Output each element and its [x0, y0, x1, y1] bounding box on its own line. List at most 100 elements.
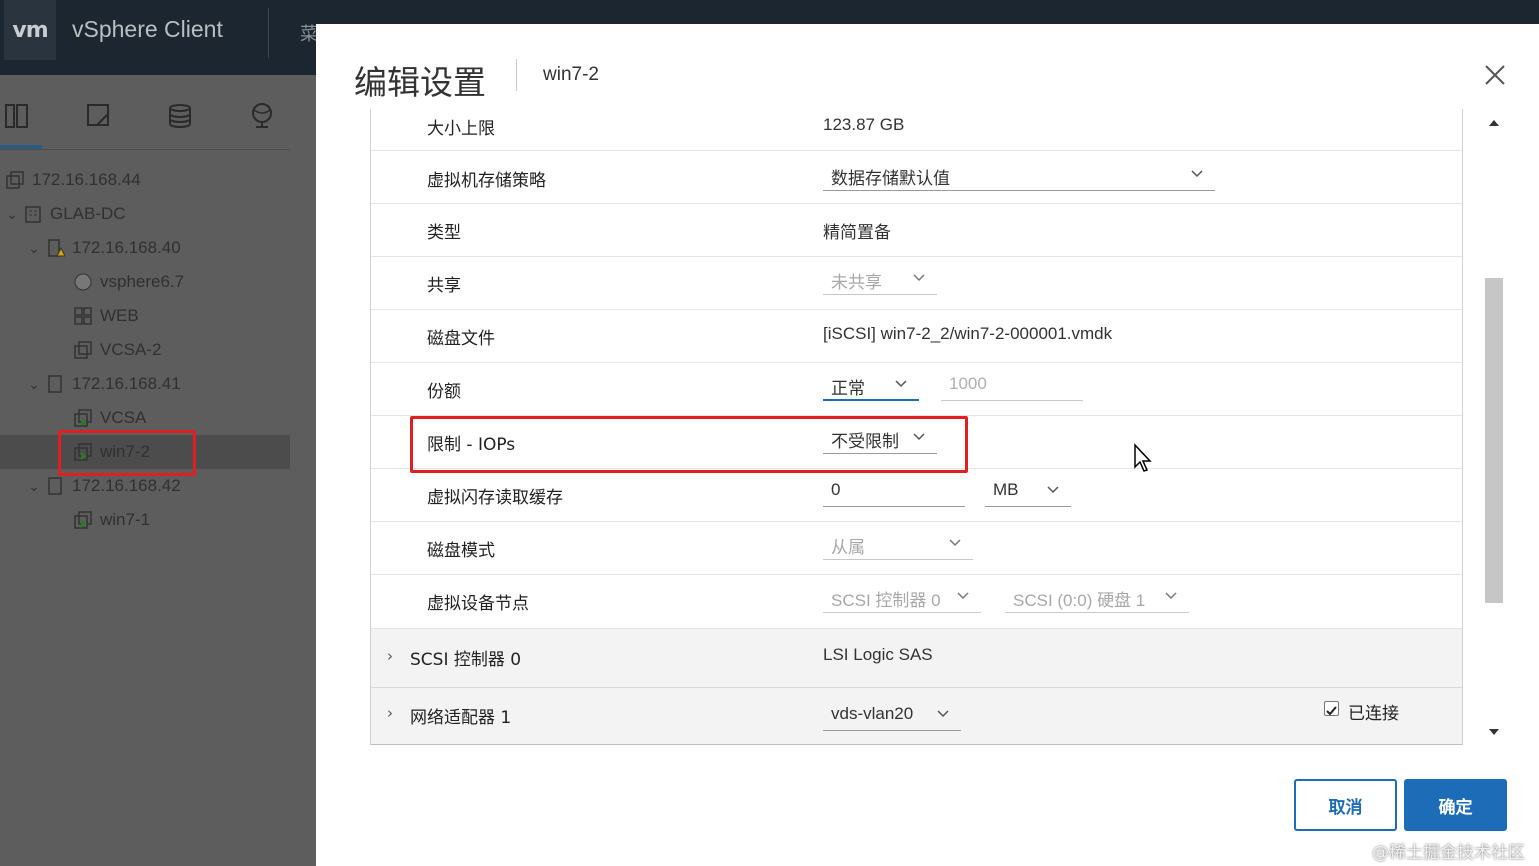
selected-vm-highlight — [58, 430, 196, 476]
select-value: 数据存储默认值 — [831, 169, 950, 188]
vms-templates-icon[interactable] — [84, 101, 114, 131]
datacenter-icon — [22, 204, 44, 224]
vm-logo: vm — [4, 0, 56, 60]
tree-item-label: win7-1 — [100, 510, 151, 529]
network-select[interactable]: vds-vlan20 — [823, 701, 961, 731]
section-label: 网络适配器 1 — [410, 708, 512, 728]
app-title: vSphere Client — [72, 16, 223, 42]
chevron-right-icon[interactable]: › — [387, 704, 393, 722]
scroll-up-icon[interactable] — [1486, 115, 1502, 131]
tree-item-label: GLAB-DC — [50, 204, 126, 223]
networking-icon[interactable] — [247, 101, 277, 131]
storage-icon[interactable] — [165, 101, 195, 131]
chevron-down-icon — [1191, 170, 1203, 178]
tree-item-label: VCSA — [100, 408, 147, 427]
vm-off-icon — [72, 272, 94, 292]
row-max-size: 大小上限 123.87 GB — [371, 109, 1462, 151]
row-disk-mode: 磁盘模式 从属 — [371, 522, 1462, 575]
row-type: 类型 精简置备 — [371, 204, 1462, 257]
dialog-subtitle: win7-2 — [543, 64, 599, 85]
vm-on-icon — [72, 510, 94, 530]
max-size-value: 123.87 GB — [823, 115, 905, 134]
row-label: 虚拟设备节点 — [427, 594, 529, 614]
tree-item-vcenter[interactable]: 172.16.168.44 — [4, 163, 141, 197]
storage-policy-select[interactable]: 数据存储默认值 — [823, 161, 1215, 191]
chevron-down-icon[interactable]: ⌄ — [24, 376, 44, 393]
chevron-right-icon[interactable]: › — [387, 647, 393, 665]
tree-item-label: 172.16.168.41 — [72, 374, 181, 393]
section-network-adapter[interactable]: › 网络适配器 1 vds-vlan20 — [371, 688, 1462, 744]
flash-cache-input[interactable]: 0 — [823, 477, 965, 507]
disk-mode-select[interactable]: 从属 — [823, 530, 973, 560]
tree-item-datacenter[interactable]: ⌄ GLAB-DC — [2, 197, 126, 231]
chevron-down-icon — [1165, 592, 1177, 600]
row-label: 虚拟闪存读取缓存 — [427, 488, 563, 508]
select-value: 未共享 — [831, 273, 882, 292]
row-label: 类型 — [427, 223, 461, 243]
row-label: 大小上限 — [427, 119, 495, 139]
connected-checkbox[interactable] — [1324, 701, 1339, 716]
tree-item-vcsa2[interactable]: VCSA-2 — [72, 333, 161, 367]
scrollbar-thumb[interactable] — [1485, 278, 1503, 603]
row-label: 磁盘模式 — [427, 541, 495, 561]
input-placeholder: 1000 — [949, 374, 987, 393]
chevron-down-icon — [913, 274, 925, 282]
scroll-down-icon[interactable] — [1486, 724, 1502, 740]
row-label: 共享 — [427, 276, 461, 296]
section-scsi-controller[interactable]: › SCSI 控制器 0 LSI Logic SAS — [371, 629, 1462, 688]
section-label: SCSI 控制器 0 — [410, 650, 522, 670]
row-label: 磁盘文件 — [427, 329, 495, 349]
select-value: SCSI 控制器 0 — [831, 591, 941, 610]
tree-item-label: 172.16.168.42 — [72, 476, 181, 495]
edit-settings-dialog: 编辑设置 win7-2 大小上限 123.87 GB 虚拟机存储策略 数据存储默… — [316, 24, 1539, 866]
chevron-down-icon — [949, 539, 961, 547]
tree-item-vsphere67[interactable]: vsphere6.7 — [72, 265, 184, 299]
select-value: 从属 — [831, 538, 865, 557]
chevron-down-icon[interactable]: ⌄ — [2, 206, 22, 223]
host-icon — [44, 476, 66, 496]
select-value: vds-vlan20 — [831, 704, 914, 723]
sidebar-active-tab-indicator — [0, 145, 42, 149]
chevron-down-icon — [895, 380, 907, 388]
chevron-down-icon — [957, 592, 969, 600]
device-node-controller-select[interactable]: SCSI 控制器 0 — [823, 583, 981, 613]
host-warning-icon — [44, 238, 66, 258]
watermark: @稀土掘金技术社区 — [1372, 843, 1525, 863]
shares-select[interactable]: 正常 — [823, 371, 919, 401]
row-virtual-device-node: 虚拟设备节点 SCSI 控制器 0 SCSI (0:0) 硬盘 1 — [371, 575, 1462, 629]
tree-item-label: 172.16.168.44 — [32, 170, 141, 189]
shares-amount-input[interactable]: 1000 — [941, 371, 1083, 401]
sharing-select[interactable]: 未共享 — [823, 265, 937, 295]
row-sharing: 共享 未共享 — [371, 257, 1462, 310]
chevron-down-icon[interactable]: ⌄ — [24, 478, 44, 495]
tree-item-label: VCSA-2 — [100, 340, 162, 359]
dialog-title: 编辑设置 — [354, 63, 486, 102]
select-value: 正常 — [831, 379, 865, 398]
cancel-button[interactable]: 取消 — [1294, 779, 1397, 831]
hosts-clusters-icon[interactable] — [2, 101, 32, 131]
device-node-select[interactable]: SCSI (0:0) 硬盘 1 — [1005, 583, 1189, 613]
tree-item-host-40[interactable]: ⌄ 172.16.168.40 — [24, 231, 181, 265]
chevron-down-icon — [937, 710, 949, 718]
select-value: MB — [993, 480, 1019, 499]
vm-group-icon — [72, 306, 94, 326]
row-label: 份额 — [427, 382, 461, 402]
vm-on-icon — [72, 408, 94, 428]
ok-button[interactable]: 确定 — [1404, 779, 1507, 831]
tree-item-host-41[interactable]: ⌄ 172.16.168.41 — [24, 367, 181, 401]
title-divider — [516, 59, 517, 91]
tree-item-label: vsphere6.7 — [100, 272, 185, 291]
header-divider — [268, 8, 269, 58]
close-icon[interactable] — [1480, 60, 1510, 90]
mouse-cursor-icon — [1133, 443, 1153, 473]
tree-item-web[interactable]: WEB — [72, 299, 139, 333]
checkmark-icon — [1326, 706, 1337, 716]
tree-item-win7-1[interactable]: win7-1 — [72, 503, 150, 537]
host-icon — [44, 374, 66, 394]
select-value: SCSI (0:0) 硬盘 1 — [1013, 591, 1146, 610]
flash-cache-unit-select[interactable]: MB — [985, 477, 1071, 507]
row-label: 虚拟机存储策略 — [427, 171, 546, 191]
chevron-down-icon[interactable]: ⌄ — [24, 240, 44, 257]
connected-label: 已连接 — [1348, 704, 1399, 724]
vm-icon — [72, 340, 94, 360]
